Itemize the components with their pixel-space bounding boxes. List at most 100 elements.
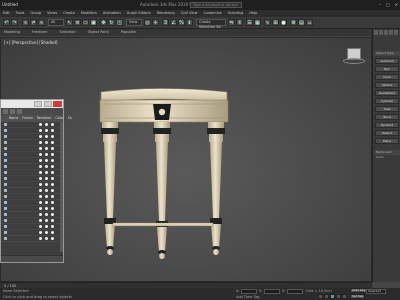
row-property-toggle-icon[interactable] (51, 159, 54, 162)
row-property-toggle-icon[interactable] (45, 153, 48, 156)
name-and-color-rollout[interactable]: Name and Color (374, 150, 400, 159)
row-property-toggle-icon[interactable] (45, 195, 48, 198)
visibility-toggle-icon[interactable] (4, 171, 7, 174)
row-property-toggle-icon[interactable] (45, 147, 48, 150)
row-property-toggle-icon[interactable] (51, 135, 54, 138)
motion-tab-icon[interactable] (389, 30, 393, 35)
play-icon[interactable] (330, 294, 335, 299)
row-property-toggle-icon[interactable] (45, 237, 48, 240)
row-property-toggle-icon[interactable] (45, 189, 48, 192)
row-property-toggle-icon[interactable] (51, 141, 54, 144)
row-property-toggle-icon[interactable] (39, 207, 42, 210)
set-key-button[interactable]: Set Key (350, 294, 366, 299)
spinner-snap-icon[interactable]: ⇕ (186, 19, 193, 26)
row-property-toggle-icon[interactable] (45, 159, 48, 162)
row-property-toggle-icon[interactable] (51, 189, 54, 192)
row-property-toggle-icon[interactable] (45, 231, 48, 234)
row-property-toggle-icon[interactable] (51, 195, 54, 198)
visibility-toggle-icon[interactable] (4, 159, 7, 162)
row-property-toggle-icon[interactable] (45, 141, 48, 144)
row-property-toggle-icon[interactable] (39, 231, 42, 234)
tube-button[interactable]: Tube (375, 106, 399, 112)
visibility-toggle-icon[interactable] (4, 189, 7, 192)
z-coordinate-field[interactable] (287, 289, 303, 294)
row-property-toggle-icon[interactable] (51, 147, 54, 150)
layer-explorer-icon[interactable]: ☰ (246, 19, 253, 26)
row-property-toggle-icon[interactable] (45, 213, 48, 216)
menu-help[interactable]: Help (249, 10, 257, 17)
selected-mode-dropdown[interactable]: Selected (366, 289, 386, 294)
row-property-toggle-icon[interactable] (45, 123, 48, 126)
row-property-toggle-icon[interactable] (51, 183, 54, 186)
menu-customize[interactable]: Customize (203, 10, 221, 17)
undo-icon[interactable]: ↶ (3, 19, 10, 26)
row-property-toggle-icon[interactable] (51, 237, 54, 240)
move-icon[interactable]: ✥ (100, 19, 107, 26)
row-property-toggle-icon[interactable] (39, 147, 42, 150)
row-property-toggle-icon[interactable] (45, 207, 48, 210)
visibility-toggle-icon[interactable] (4, 237, 7, 240)
select-object-icon[interactable]: ↖ (66, 19, 73, 26)
menu-create[interactable]: Create (63, 10, 75, 17)
menu-animation[interactable]: Animation (103, 10, 121, 17)
row-property-toggle-icon[interactable] (39, 183, 42, 186)
scene-explorer-row[interactable] (1, 236, 63, 242)
row-property-toggle-icon[interactable] (39, 225, 42, 228)
row-property-toggle-icon[interactable] (45, 177, 48, 180)
y-coordinate-field[interactable] (264, 289, 280, 294)
menu-group[interactable]: Group (30, 10, 41, 17)
visibility-toggle-icon[interactable] (4, 201, 7, 204)
sphere-button[interactable]: Sphere (375, 82, 399, 88)
render-setup-icon[interactable]: ⚙ (290, 19, 297, 26)
reference-coordinate-dropdown[interactable]: View (126, 19, 142, 26)
percent-snap-icon[interactable]: % (178, 19, 185, 26)
row-property-toggle-icon[interactable] (51, 225, 54, 228)
column-color[interactable]: Color (55, 115, 63, 122)
visibility-toggle-icon[interactable] (4, 213, 7, 216)
menu-tools[interactable]: Tools (16, 10, 25, 17)
add-time-tag[interactable]: Add Time Tag (236, 294, 260, 300)
row-property-toggle-icon[interactable] (51, 177, 54, 180)
column-renderer[interactable]: Renderer (37, 115, 52, 122)
display-all-icon[interactable] (10, 109, 15, 114)
visibility-toggle-icon[interactable] (4, 177, 7, 180)
column-name[interactable]: Name (9, 115, 18, 122)
column-frozen[interactable]: Frozen (22, 115, 32, 122)
torus-button[interactable]: Torus (375, 114, 399, 120)
row-property-toggle-icon[interactable] (39, 129, 42, 132)
row-property-toggle-icon[interactable] (39, 171, 42, 174)
menu-edit[interactable]: Edit (3, 10, 10, 17)
row-property-toggle-icon[interactable] (39, 189, 42, 192)
visibility-toggle-icon[interactable] (4, 207, 7, 210)
row-property-toggle-icon[interactable] (39, 201, 42, 204)
minimize-button[interactable]: – (379, 0, 381, 10)
align-icon[interactable]: ⫴ (236, 19, 243, 26)
row-property-toggle-icon[interactable] (45, 201, 48, 204)
modify-tab-icon[interactable] (379, 30, 383, 35)
explorer-close-button[interactable] (53, 101, 62, 107)
redo-icon[interactable]: ↷ (11, 19, 18, 26)
invert-display-icon[interactable] (17, 109, 22, 114)
snaps-toggle-icon[interactable]: 3 (162, 19, 169, 26)
row-property-toggle-icon[interactable] (39, 195, 42, 198)
ribbon-tab-selection[interactable]: Selection (60, 29, 76, 36)
row-property-toggle-icon[interactable] (39, 219, 42, 222)
menu-views[interactable]: Views (47, 10, 57, 17)
explorer-maximize-button[interactable] (44, 101, 52, 107)
teapot-button[interactable]: Teapot (375, 130, 399, 136)
row-property-toggle-icon[interactable] (51, 231, 54, 234)
menu-scripting[interactable]: Scripting (228, 10, 244, 17)
visibility-toggle-icon[interactable] (4, 219, 7, 222)
rotate-icon[interactable]: ↻ (108, 19, 115, 26)
column-shaded[interactable]: Sh (68, 115, 72, 122)
close-button[interactable]: ✕ (395, 0, 398, 10)
object-type-rollout[interactable]: Object Type (374, 51, 400, 56)
display-tab-icon[interactable] (394, 30, 398, 35)
plane-button[interactable]: Plane (375, 138, 399, 144)
mirror-icon[interactable]: ⇋ (228, 19, 235, 26)
pyramid-button[interactable]: Pyramid (375, 122, 399, 128)
row-property-toggle-icon[interactable] (45, 135, 48, 138)
visibility-toggle-icon[interactable] (4, 165, 7, 168)
row-property-toggle-icon[interactable] (39, 177, 42, 180)
row-property-toggle-icon[interactable] (39, 135, 42, 138)
